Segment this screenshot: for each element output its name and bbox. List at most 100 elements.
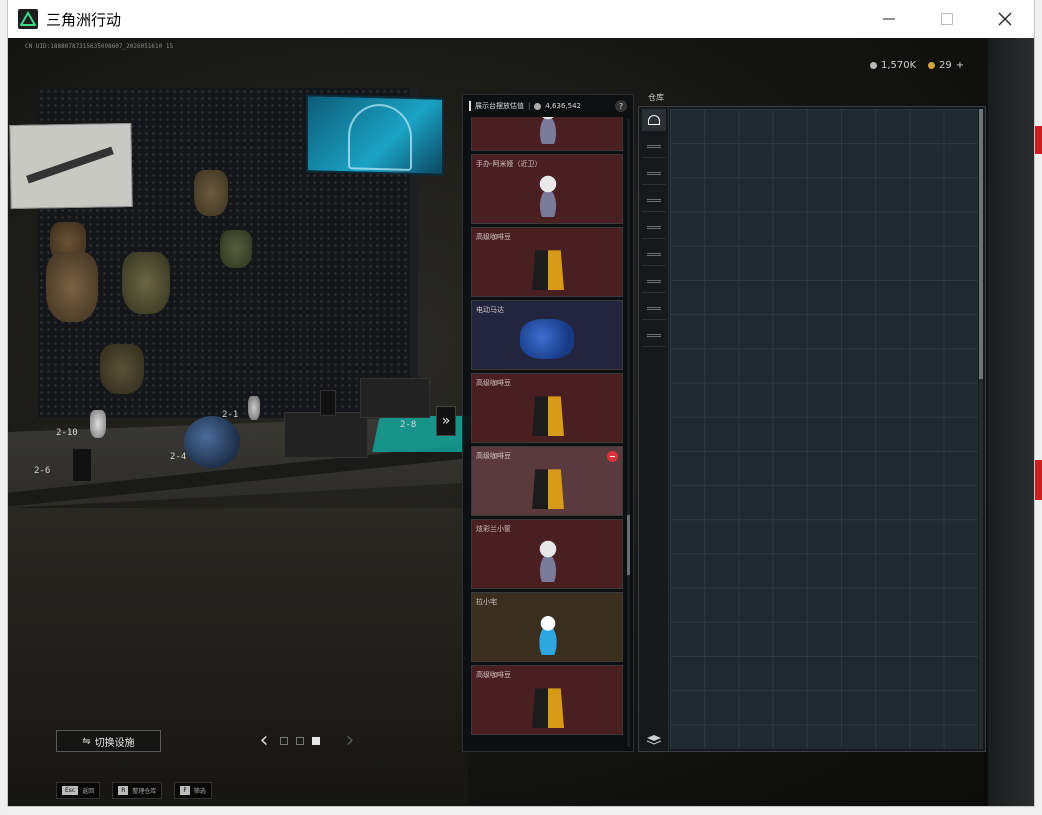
figure-on-table[interactable] [90,410,106,438]
display-item-card[interactable]: 高级咖啡豆 [471,227,623,297]
display-list-scrollbar[interactable] [627,119,630,747]
motor-on-table[interactable] [184,416,240,468]
desktop-background [0,0,8,815]
figure-thumbnail [532,538,564,582]
display-crate [284,412,368,458]
key-cap: R [118,786,129,795]
vest-gear [46,252,98,322]
display-item-name: 高级咖啡豆 [476,379,511,387]
display-item-card[interactable]: 高级咖啡豆 [471,446,623,516]
rig-gear [100,344,144,394]
title-bar: 三角洲行动 [8,0,1034,38]
display-item-card[interactable]: 电动马达 [471,300,623,370]
add-currency-button[interactable]: + [956,60,964,71]
display-item-name: 高级咖啡豆 [476,452,511,460]
expand-panel-button[interactable]: » [436,406,456,436]
warehouse-tab[interactable] [642,136,666,158]
holo-screen [306,94,444,176]
currency-coins-value: 1,570K [881,60,917,71]
display-item-card[interactable]: 高级咖啡豆 [471,373,623,443]
currency-tokens: 29 + [928,60,964,71]
switch-facility-label: 切换设施 [94,737,135,749]
next-page-button[interactable]: › [342,728,358,753]
weapon-poster [9,122,133,210]
window-controls [860,0,1034,38]
window-title: 三角洲行动 [46,10,122,29]
coffee-bag-on-table [72,448,92,482]
hotkey-label: 返回 [82,788,95,795]
swap-icon: ⇋ [82,735,91,747]
uid-text: CN UID:18880787315635098607_2026051610 1… [25,43,174,50]
display-item-list: 手办-阿米娅（近卫） 高级咖啡豆 电动马达 高级咖啡豆 高级咖啡豆 炫彩兰小筐 拉小宅 高级咖… [471,117,625,749]
switch-facility-button[interactable]: ⇋ 切换设施 [56,730,161,752]
page-dot[interactable] [280,736,288,745]
warehouse-tab[interactable] [642,271,666,293]
category-icon [647,280,661,283]
warehouse-tab[interactable] [642,244,666,266]
warehouse-tab[interactable] [642,217,666,239]
help-icon[interactable]: ? [615,100,627,112]
figure-thumbnail [532,173,564,217]
hotkey-r[interactable]: R 整理仓库 [112,782,163,799]
close-button[interactable] [976,0,1034,38]
page-dot-active[interactable] [312,736,320,745]
coin-icon [870,62,877,69]
display-value-panel: 展示台摆放估值 | 4,636,542 ? 手办-阿米娅（近卫） 高级咖啡豆 电动马… [462,94,634,752]
currency-coins: 1,570K [870,60,916,71]
display-item-name: 高级咖啡豆 [476,233,511,241]
display-item-card[interactable]: 拉小宅 [471,592,623,662]
warehouse-tab[interactable] [642,298,666,320]
warehouse-tab-all[interactable] [642,109,666,131]
remove-item-icon[interactable] [607,451,618,462]
figure-on-table[interactable] [248,396,260,420]
backpack-gear [194,170,228,216]
page-dot[interactable] [296,736,304,745]
coin-icon [534,102,542,110]
desktop-red-tab [1034,126,1042,154]
hotkey-label: 筛选 [193,788,206,795]
display-panel-header: 展示台摆放估值 | 4,636,542 ? [463,95,633,117]
display-panel-title: 展示台摆放估值 [475,102,524,110]
coffee-bag-on-table [320,390,336,416]
display-crate [360,378,430,418]
warehouse-grid[interactable] [670,109,978,749]
hotkey-hints: Esc 返回 R 整理仓库 F 筛选 [56,782,212,799]
app-icon [18,9,38,29]
desktop-red-tab [1034,460,1042,500]
warehouse-tabs [639,107,669,751]
display-item-card[interactable]: 手办-阿米娅（近卫） [471,154,623,224]
display-item-card[interactable]: 高级咖啡豆 [471,665,623,735]
minimize-button[interactable] [860,0,918,38]
motor-thumbnail [520,319,574,359]
display-item-name: 拉小宅 [476,598,497,606]
warehouse-tab[interactable] [642,190,666,212]
arch-icon [648,115,660,125]
token-icon [928,62,935,69]
warehouse-panel [638,106,986,752]
prev-page-button[interactable]: ‹ [256,728,272,753]
game-window: 三角洲行动 2-10 2-6 2-1 2-4 2-8 » CN UID:1888… [8,0,1034,806]
warehouse-scroll-thumb[interactable] [979,109,983,379]
display-item-card[interactable]: 炫彩兰小筐 [471,519,623,589]
warehouse-tab[interactable] [642,325,666,347]
pouch-gear [220,230,252,268]
display-item-name: 炫彩兰小筐 [476,525,511,533]
display-item-name: 电动马达 [476,306,504,314]
currency-tokens-value: 29 [939,60,952,71]
slot-label: 2-1 [222,410,239,420]
slot-label: 2-6 [34,466,51,476]
divider: | [528,102,531,110]
slot-label: 2-8 [400,420,417,430]
maximize-button[interactable] [918,0,976,38]
warehouse-tab[interactable] [642,163,666,185]
hotkey-esc[interactable]: Esc 返回 [56,782,101,799]
key-cap: F [180,786,190,795]
hotkey-f[interactable]: F 筛选 [174,782,212,799]
display-list-scroll-thumb[interactable] [627,515,630,575]
category-icon [647,253,661,256]
bag-thumbnail [532,250,564,290]
display-item-card[interactable] [471,117,623,151]
game-viewport: 2-10 2-6 2-1 2-4 2-8 » CN UID:1888078731… [8,38,1034,806]
layers-icon[interactable] [647,735,661,745]
bag-thumbnail [532,469,564,509]
